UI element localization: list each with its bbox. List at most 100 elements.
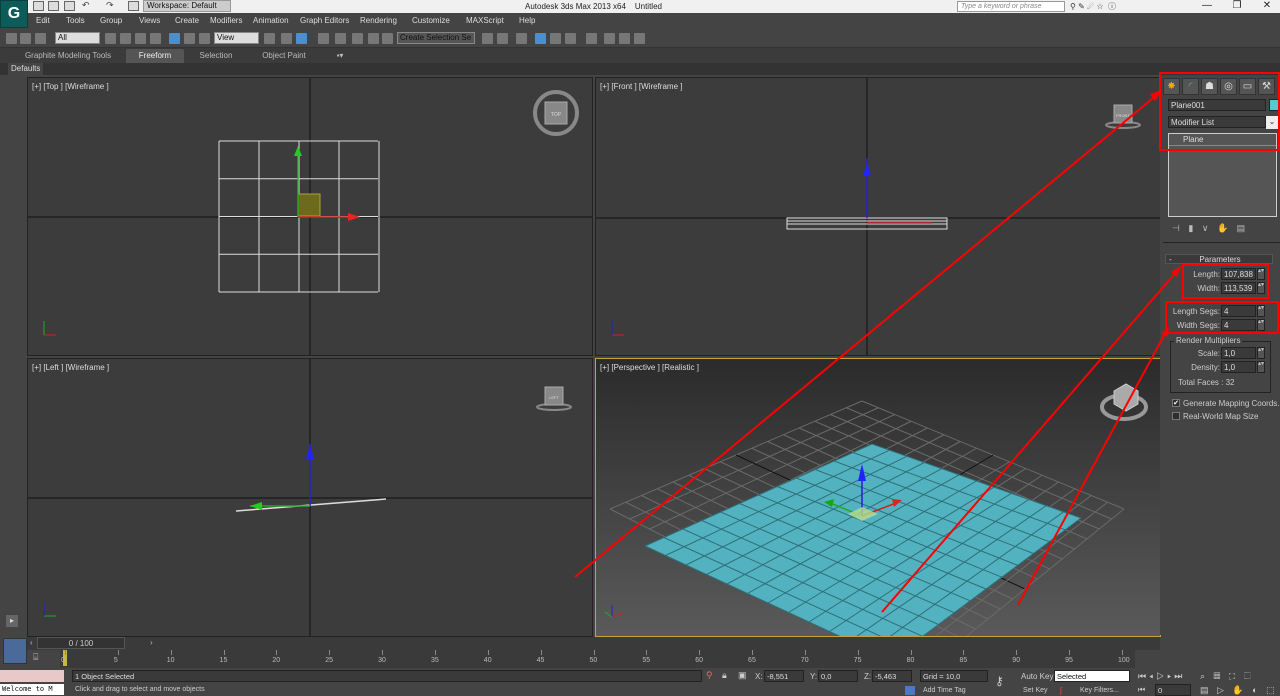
current-frame-field[interactable]: 0 xyxy=(1155,684,1191,696)
expand-arrow-icon[interactable]: ▸ xyxy=(6,615,18,627)
width-field[interactable]: 113,539 xyxy=(1221,282,1256,294)
selection-filter-dropdown[interactable]: All xyxy=(55,32,100,44)
go-to-start-icon[interactable]: ⏮ xyxy=(1138,671,1149,681)
create-tab-icon[interactable]: ✸ xyxy=(1163,78,1180,95)
viewport-label[interactable]: [+] [Left ] [Wireframe ] xyxy=(32,363,109,372)
menu-modifiers[interactable]: Modifiers xyxy=(210,16,242,25)
width-spinner[interactable]: ▴▾ xyxy=(1257,282,1265,294)
absolute-mode-icon[interactable]: ▣ xyxy=(738,670,747,681)
length-segs-spinner[interactable]: ▴▾ xyxy=(1257,305,1265,317)
layer-manager-icon[interactable] xyxy=(516,33,527,44)
make-unique-icon[interactable]: ∨ xyxy=(1202,223,1209,233)
viewport-top[interactable]: [+] [Top ] [Wireframe ] TOP xyxy=(27,77,593,356)
parameters-rollout-header[interactable]: - Parameters xyxy=(1165,254,1273,264)
set-key-button[interactable]: Set Key xyxy=(1023,687,1048,694)
save-file-icon[interactable] xyxy=(64,1,75,11)
viewport-label[interactable]: [+] [Perspective ] [Realistic ] xyxy=(600,363,699,372)
viewport-label[interactable]: [+] [Top ] [Wireframe ] xyxy=(32,82,109,91)
length-spinner[interactable]: ▴▾ xyxy=(1257,268,1265,280)
viewport-nav-controls-2[interactable]: ▤ ▷ ✋ ◐ ⬚ xyxy=(1200,685,1278,696)
width-segs-spinner[interactable]: ▴▾ xyxy=(1257,319,1265,331)
menu-rendering[interactable]: Rendering xyxy=(360,16,397,25)
modifier-list-dropdown[interactable]: Modifier List xyxy=(1168,116,1266,128)
display-tab-icon[interactable]: ▭ xyxy=(1239,78,1256,95)
pin-stack-icon[interactable]: ⊣ xyxy=(1172,223,1180,233)
menu-group[interactable]: Group xyxy=(100,16,122,25)
ribbon-panel-defaults[interactable]: Defaults xyxy=(8,63,44,75)
stack-item-plane[interactable]: Plane xyxy=(1169,134,1276,146)
maximize-button[interactable]: ❐ xyxy=(1222,0,1252,11)
viewport-label[interactable]: [+] [Front ] [Wireframe ] xyxy=(600,82,682,91)
curve-editor-icon[interactable] xyxy=(550,33,561,44)
time-slider[interactable]: ‹ 0 / 100 › xyxy=(27,637,1160,650)
key-mode-toggle-icon[interactable]: ⏮ xyxy=(1138,685,1145,695)
edit-named-selection-icon[interactable] xyxy=(382,33,393,44)
minimize-button[interactable]: — xyxy=(1192,0,1222,11)
named-selection-dropdown[interactable]: Create Selection Se xyxy=(397,32,475,44)
rect-selection-icon[interactable] xyxy=(135,33,146,44)
go-to-end-icon[interactable]: ⏭ xyxy=(1174,671,1185,681)
select-object-icon[interactable] xyxy=(105,33,116,44)
object-color-swatch[interactable] xyxy=(1269,99,1279,111)
isolate-selection-icon[interactable]: ⚲ xyxy=(706,670,713,681)
select-by-name-icon[interactable] xyxy=(120,33,131,44)
key-filters-button[interactable]: Key Filters... xyxy=(1080,687,1119,694)
time-tag-icon[interactable] xyxy=(905,686,915,695)
redo-icon[interactable]: ↷ xyxy=(106,0,114,11)
add-time-tag[interactable]: Add Time Tag xyxy=(923,687,966,694)
default-tangent-icon[interactable]: ʃ xyxy=(1060,686,1062,695)
time-slider-thumb[interactable]: 0 / 100 xyxy=(37,637,125,649)
menu-help[interactable]: Help xyxy=(519,16,535,25)
auto-key-button[interactable]: Auto Key xyxy=(1021,672,1053,681)
search-input[interactable]: Type a keyword or phrase xyxy=(957,1,1065,12)
scale-icon[interactable] xyxy=(199,33,210,44)
real-world-map-size-checkbox[interactable] xyxy=(1172,412,1180,420)
key-mode-dropdown[interactable]: Selected xyxy=(1054,670,1130,682)
selection-lock-icon[interactable]: 🔒︎ xyxy=(722,670,727,681)
graphite-toggle-icon[interactable] xyxy=(535,33,546,44)
maxscript-listener-input[interactable]: Welcome to M xyxy=(0,684,64,695)
snaps-toggle-icon[interactable] xyxy=(318,33,329,44)
reference-coordinate-dropdown[interactable]: View xyxy=(214,32,259,44)
mirror-icon[interactable] xyxy=(482,33,493,44)
unlink-icon[interactable] xyxy=(20,33,31,44)
angle-snap-icon[interactable] xyxy=(335,33,346,44)
y-coordinate-field[interactable]: 0,0 xyxy=(818,670,858,682)
move-icon[interactable] xyxy=(169,33,180,44)
hierarchy-tab-icon[interactable]: ☗ xyxy=(1201,78,1218,95)
percent-snap-icon[interactable] xyxy=(352,33,363,44)
undo-icon[interactable]: ↶ xyxy=(82,0,90,11)
configure-sets-icon[interactable]: ▤ xyxy=(1237,223,1246,233)
keyboard-shortcut-override-icon[interactable] xyxy=(296,33,307,44)
utilities-tab-icon[interactable]: ⚒ xyxy=(1258,78,1275,95)
render-production-icon[interactable] xyxy=(634,33,645,44)
open-file-icon[interactable] xyxy=(48,1,59,11)
pivot-center-icon[interactable] xyxy=(264,33,275,44)
tab-freeform[interactable]: Freeform xyxy=(126,49,184,63)
menu-animation[interactable]: Animation xyxy=(253,16,289,25)
project-folder-icon[interactable] xyxy=(128,1,139,11)
rotate-icon[interactable] xyxy=(184,33,195,44)
schematic-view-icon[interactable] xyxy=(565,33,576,44)
object-name-field[interactable]: Plane001 xyxy=(1168,99,1266,111)
z-coordinate-field[interactable]: -5,463 xyxy=(872,670,912,682)
show-end-result-icon[interactable]: ▮ xyxy=(1188,223,1193,233)
generate-mapping-checkbox[interactable]: ✔ xyxy=(1172,399,1180,407)
spinner-snap-icon[interactable] xyxy=(368,33,379,44)
close-button[interactable]: ✕ xyxy=(1252,0,1280,11)
x-coordinate-field[interactable]: -8,551 xyxy=(764,670,804,682)
remove-modifier-icon[interactable]: ✋ xyxy=(1217,223,1228,233)
bind-space-warp-icon[interactable] xyxy=(35,33,46,44)
menu-edit[interactable]: Edit xyxy=(36,16,50,25)
motion-tab-icon[interactable]: ◎ xyxy=(1220,78,1237,95)
render-setup-icon[interactable] xyxy=(604,33,615,44)
maxscript-listener-output[interactable] xyxy=(0,670,64,682)
time-prev-icon[interactable]: ‹ xyxy=(30,638,33,647)
chevron-down-icon[interactable]: ⌄ xyxy=(1266,116,1278,129)
time-next-icon[interactable]: › xyxy=(150,638,153,647)
track-bar[interactable]: 0 5 10 15 20 25 30 35 40 45 50 55 60 65 70 75 80 85 90 95 10… xyxy=(60,650,1135,668)
ribbon-options-icon[interactable]: ▪▾ xyxy=(330,49,350,63)
scale-spinner[interactable]: ▴▾ xyxy=(1257,347,1265,359)
viewport-nav-controls[interactable]: ⌕ ▦ ⛶ ⬚ xyxy=(1200,671,1254,682)
length-segs-field[interactable]: 4 xyxy=(1221,305,1256,317)
